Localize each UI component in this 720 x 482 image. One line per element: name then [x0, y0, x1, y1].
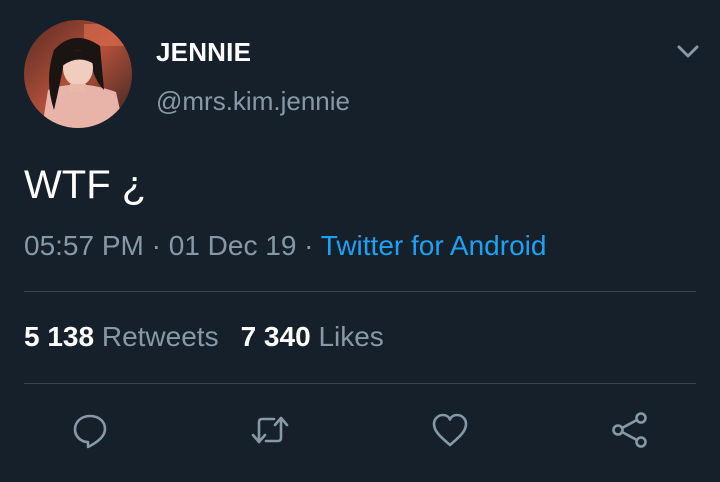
tweet-date: 01 Dec 19	[168, 230, 297, 261]
tweet-card: JENNIE @mrs.kim.jennie WTF ¿ 05:57 PM · …	[0, 0, 720, 482]
meta-separator: ·	[296, 230, 321, 261]
user-handle[interactable]: @mrs.kim.jennie	[156, 86, 350, 117]
share-icon[interactable]	[610, 410, 650, 450]
likes-label: Likes	[318, 321, 384, 352]
user-name[interactable]: JENNIE	[156, 37, 251, 68]
tweet-time: 05:57 PM	[24, 230, 144, 261]
retweets-stat[interactable]: 5 138 Retweets	[24, 321, 219, 353]
tweet-meta: 05:57 PM · 01 Dec 19 · Twitter for Andro…	[24, 230, 546, 262]
divider	[24, 383, 696, 384]
retweets-label: Retweets	[101, 321, 219, 352]
tweet-source-link[interactable]: Twitter for Android	[321, 230, 547, 261]
meta-separator: ·	[143, 230, 169, 261]
likes-count: 7 340	[240, 321, 311, 352]
avatar[interactable]	[24, 20, 132, 128]
retweet-icon[interactable]	[250, 410, 290, 450]
avatar-image	[24, 20, 132, 128]
retweets-count: 5 138	[24, 321, 95, 352]
chevron-down-icon[interactable]	[673, 36, 703, 66]
divider	[24, 291, 696, 292]
tweet-stats: 5 138 Retweets 7 340 Likes	[24, 321, 384, 353]
reply-icon[interactable]	[70, 410, 110, 450]
tweet-text: WTF ¿	[24, 163, 147, 207]
like-icon[interactable]	[430, 410, 470, 450]
likes-stat[interactable]: 7 340 Likes	[241, 321, 384, 353]
